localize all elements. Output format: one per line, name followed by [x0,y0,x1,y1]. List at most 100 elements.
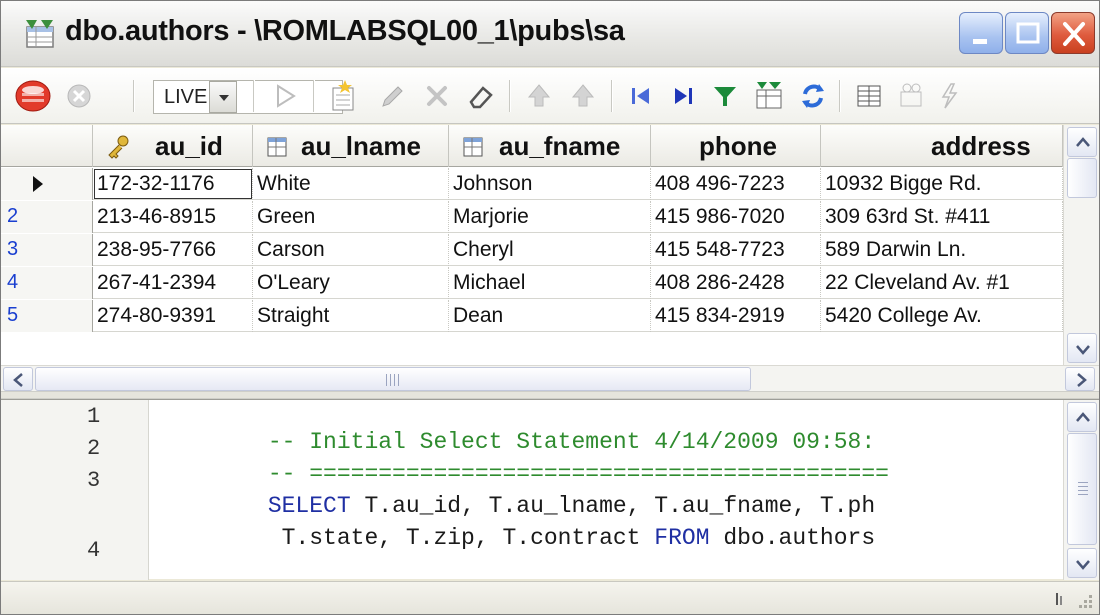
grid-hscroll-thumb[interactable] [35,367,751,391]
cell-address[interactable]: 309 63rd St. #411 [821,201,1063,233]
toolbar-separator [611,80,613,112]
column-header-phone[interactable]: phone [651,125,821,167]
code-line-3-wrapped[interactable]: T.state, T.zip, T.contract FROM dbo.auth… [185,499,1045,577]
cell-au-lname[interactable]: White [253,168,449,200]
table-row[interactable]: 3 238-95-7766 Carson Cheryl 415 548-7723… [1,234,1063,266]
grid-scroll-down-button[interactable] [1067,333,1097,363]
chevron-up-icon [1076,137,1090,147]
column-header-label: phone [699,131,777,161]
new-record-icon[interactable] [323,76,363,116]
cell-au-id[interactable]: 172-32-1176 [93,168,253,200]
chevron-down-icon [1076,560,1090,570]
line-number-gutter: 1 2 3 4 [1,400,149,580]
cell-au-id[interactable]: 274-80-9391 [93,300,253,332]
grid-scroll-right-button[interactable] [1065,367,1095,391]
table-filter-icon[interactable] [749,76,789,116]
column-header-address[interactable]: address [821,125,1063,167]
cell-au-id[interactable]: 267-41-2394 [93,267,253,299]
stop-icon[interactable] [59,76,99,116]
close-icon [1063,22,1085,46]
cell-phone[interactable]: 408 286-2428 [651,267,821,299]
table-row[interactable]: 5 274-80-9391 Straight Dean 415 834-2919… [1,300,1063,332]
cell-au-fname[interactable]: Cheryl [449,234,651,266]
grid-view-icon[interactable] [849,76,889,116]
editor-scroll-up-button[interactable] [1067,402,1097,432]
cell-au-lname[interactable]: O'Leary [253,267,449,299]
column-header-label: au_fname [499,131,621,161]
cell-au-id[interactable]: 213-46-8915 [93,201,253,233]
cell-address[interactable]: 5420 College Av. [821,300,1063,332]
first-record-icon[interactable] [621,76,661,116]
chevron-right-icon [1077,373,1087,387]
row-header[interactable]: 2 [1,201,93,233]
row-header[interactable]: 4 [1,267,93,299]
row-number: 3 [7,238,19,260]
cell-au-lname[interactable]: Straight [253,300,449,332]
table-row[interactable]: 2 213-46-8915 Green Marjorie 415 986-702… [1,201,1063,233]
cell-address[interactable]: 589 Darwin Ln. [821,234,1063,266]
editor-scroll-down-button[interactable] [1067,548,1097,578]
up-arrow-icon[interactable] [519,76,559,116]
cell-au-fname[interactable]: Johnson [449,168,651,200]
resize-grip-icon[interactable] [1075,591,1095,611]
last-record-icon[interactable] [663,76,703,116]
lightning-icon[interactable] [929,76,969,116]
line-number: 3 [87,468,101,493]
eraser-icon[interactable] [461,76,501,116]
title-bar[interactable]: dbo.authors - \ROMLABSQL00_1\pubs\sa [1,1,1099,67]
cell-au-lname[interactable]: Green [253,201,449,233]
cell-phone[interactable]: 415 834-2919 [651,300,821,332]
database-icon[interactable] [13,76,53,116]
editor-window: dbo.authors - \ROMLABSQL00_1\pubs\sa LIV… [0,0,1100,615]
row-pointer-icon [33,176,43,192]
close-button[interactable] [1051,12,1095,54]
chevron-down-icon [1076,345,1090,355]
cell-au-fname[interactable]: Dean [449,300,651,332]
column-header-label: au_id [155,131,223,161]
cell-au-fname[interactable]: Michael [449,267,651,299]
cell-phone[interactable]: 415 548-7723 [651,234,821,266]
delete-icon[interactable] [417,76,457,116]
play-icon[interactable] [265,76,305,116]
column-header-au-lname[interactable]: au_lname [253,125,449,167]
column-icon [463,137,483,157]
grid-vertical-scrollbar[interactable] [1063,125,1099,365]
grid-scroll-thumb[interactable] [1067,158,1097,198]
cell-au-lname[interactable]: Carson [253,234,449,266]
sql-editor[interactable]: 1 2 3 4 -- Initial Select Statement 4/14… [1,399,1099,580]
cell-au-fname[interactable]: Marjorie [449,201,651,233]
filter-icon[interactable] [705,76,745,116]
row-header[interactable]: 5 [1,300,93,332]
grid-scroll-up-button[interactable] [1067,127,1097,157]
maximize-button[interactable] [1005,12,1049,54]
table-row[interactable]: 4 267-41-2394 O'Leary Michael 408 286-24… [1,267,1063,299]
cell-address[interactable]: 22 Cleveland Av. #1 [821,267,1063,299]
pane-splitter[interactable] [1,391,1099,399]
edit-icon[interactable] [371,76,411,116]
line-number: 1 [87,404,101,429]
refresh-icon[interactable] [793,76,833,116]
toolbar: LIVE [1,68,1099,124]
row-header[interactable] [1,168,93,200]
row-number: 4 [7,271,19,293]
column-header-au-id[interactable]: au_id [93,125,253,167]
mode-combo-dropdown-button[interactable] [209,81,237,113]
up-arrow-alt-icon[interactable] [563,76,603,116]
minimize-button[interactable] [959,12,1003,54]
cell-address[interactable]: 10932 Bigge Rd. [821,168,1063,200]
grip-icon [1078,482,1088,496]
cell-phone[interactable]: 415 986-7020 [651,201,821,233]
chevron-up-icon [1076,412,1090,422]
column-header-au-fname[interactable]: au_fname [449,125,651,167]
grid-horizontal-scrollbar[interactable] [1,365,1099,391]
grid-scroll-left-button[interactable] [3,367,33,391]
cell-phone[interactable]: 408 496-7223 [651,168,821,200]
editor-vertical-scrollbar[interactable] [1063,400,1099,580]
chevron-down-icon [219,95,229,101]
cell-au-id[interactable]: 238-95-7766 [93,234,253,266]
editor-scroll-thumb[interactable] [1067,433,1097,545]
options-icon[interactable] [891,76,931,116]
table-row[interactable]: 172-32-1176 White Johnson 408 496-7223 1… [1,168,1063,200]
row-header[interactable]: 3 [1,234,93,266]
toolbar-separator [133,80,135,112]
